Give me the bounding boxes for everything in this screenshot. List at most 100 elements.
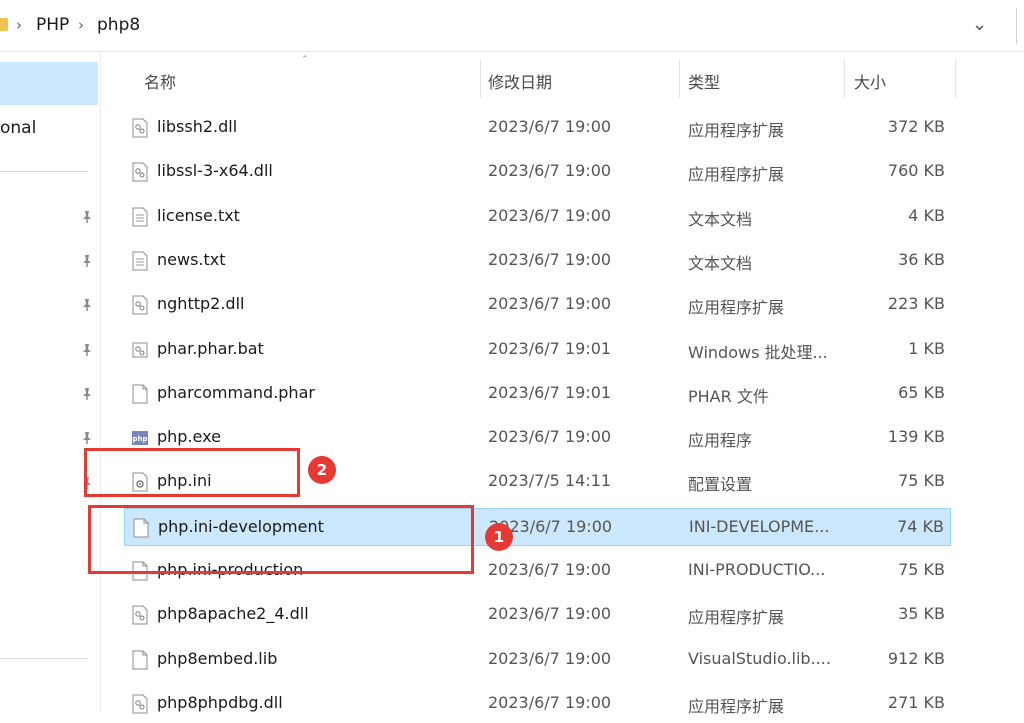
annotation-box — [88, 505, 474, 574]
column-divider[interactable] — [955, 60, 956, 98]
divider — [1016, 8, 1017, 44]
column-header-type[interactable]: 类型 — [688, 69, 720, 93]
column-divider[interactable] — [844, 60, 845, 98]
file-name: phar.phar.bat — [157, 338, 264, 358]
file-type: 文本文档 — [688, 253, 753, 273]
file-size: 372 KB — [887, 117, 945, 136]
dll-icon — [132, 118, 148, 138]
divider — [0, 51, 1024, 52]
nav-item-partial[interactable]: onal — [0, 118, 36, 138]
file-row[interactable]: pharcommand.phar 2023/6/7 19:01 PHAR 文件 65 … — [124, 375, 951, 413]
file-type: 应用程序扩展 — [688, 165, 785, 185]
annotation-badge: 1 — [485, 523, 513, 551]
file-size: 75 KB — [898, 560, 945, 579]
chevron-down-icon[interactable]: ⌄ — [972, 14, 987, 35]
file-name: php8phpdbg.dll — [157, 692, 283, 712]
navigation-pane[interactable]: onal — [0, 53, 101, 711]
batch-file-icon — [132, 340, 148, 360]
file-row[interactable]: php8apache2_4.dll 2023/6/7 19:00 应用程序扩展 35 … — [124, 596, 951, 634]
divider — [0, 171, 88, 172]
dll-icon — [132, 295, 148, 315]
file-row[interactable]: phar.phar.bat 2023/6/7 19:01 Windows 批处理..… — [124, 331, 951, 369]
file-type: INI-DEVELOPME... — [689, 516, 830, 536]
nav-item-selected[interactable] — [0, 62, 98, 105]
address-bar[interactable]: › PHP › php8 ⌄ — [0, 0, 1024, 52]
pin-icon[interactable] — [80, 253, 94, 267]
file-date: 2023/6/7 19:00 — [488, 294, 612, 314]
file-row[interactable]: libssl-3-x64.dll 2023/6/7 19:00 应用程序扩展 760 … — [124, 153, 951, 191]
pin-icon[interactable] — [80, 209, 94, 223]
file-date: 2023/6/7 19:00 — [488, 427, 612, 447]
file-size: 223 KB — [887, 294, 945, 314]
file-size: 74 KB — [897, 516, 944, 536]
column-divider[interactable] — [480, 60, 481, 98]
file-row[interactable]: libssh2.dll 2023/6/7 19:00 应用程序扩展 372 KB — [124, 109, 951, 147]
file-size: 35 KB — [898, 604, 945, 624]
pin-icon[interactable] — [80, 430, 94, 444]
file-size: 36 KB — [898, 249, 945, 269]
file-type: PHAR 文件 — [688, 386, 769, 406]
file-size: 75 KB — [898, 471, 945, 491]
file-type: 应用程序扩展 — [688, 608, 785, 628]
file-size: 4 KB — [908, 205, 945, 225]
file-date: 2023/6/7 19:01 — [488, 382, 612, 402]
file-row[interactable]: nghttp2.dll 2023/6/7 19:00 应用程序扩展 223 KB — [124, 286, 951, 324]
annotation-box — [84, 448, 300, 497]
file-name: php8embed.lib — [157, 648, 278, 668]
column-header-name[interactable]: 名称 — [144, 69, 176, 93]
file-type: INI-PRODUCTIO... — [688, 560, 826, 579]
chevron-right-icon[interactable]: › — [78, 16, 84, 34]
php-exe-icon: php — [132, 428, 148, 448]
pin-icon[interactable] — [80, 342, 94, 356]
file-type: 应用程序扩展 — [688, 121, 785, 140]
file-size: 139 KB — [887, 427, 945, 447]
file-name: pharcommand.phar — [157, 382, 315, 402]
file-type: Windows 批处理... — [688, 342, 828, 362]
blank-file-icon — [132, 650, 148, 670]
breadcrumb-php8[interactable]: php8 — [97, 15, 140, 35]
file-date: 2023/6/7 19:00 — [488, 604, 612, 624]
file-date: 2023/6/7 19:00 — [488, 692, 612, 712]
file-date: 2023/6/7 19:01 — [488, 338, 612, 358]
file-row[interactable]: php8embed.lib 2023/6/7 19:00 VisualStudio.… — [124, 641, 951, 679]
file-date: 2023/6/7 19:00 — [488, 560, 612, 579]
pin-icon[interactable] — [80, 386, 94, 400]
file-size: 65 KB — [898, 382, 945, 402]
column-divider[interactable] — [679, 60, 680, 98]
file-name: libssh2.dll — [157, 117, 238, 136]
file-type: 应用程序 — [688, 431, 753, 451]
chevron-right-icon[interactable]: › — [16, 16, 22, 34]
file-size: 912 KB — [887, 648, 945, 668]
file-type: 配置设置 — [688, 475, 753, 495]
column-header-size[interactable]: 大小 — [854, 69, 886, 93]
file-row[interactable]: license.txt 2023/6/7 19:00 文本文档 4 KB — [124, 198, 951, 236]
file-name: news.txt — [157, 249, 226, 269]
file-size: 760 KB — [887, 161, 945, 181]
file-size: 1 KB — [908, 338, 945, 358]
file-row[interactable]: news.txt 2023/6/7 19:00 文本文档 36 KB — [124, 242, 951, 280]
file-date: 2023/6/7 19:00 — [488, 249, 612, 269]
file-date: 2023/6/7 19:00 — [488, 117, 612, 136]
file-date: 2023/7/5 14:11 — [488, 471, 612, 491]
text-file-icon — [132, 251, 148, 271]
dll-icon — [132, 162, 148, 182]
blank-file-icon — [132, 384, 148, 404]
divider — [0, 658, 88, 659]
file-date: 2023/6/7 19:00 — [488, 161, 612, 181]
annotation-badge: 2 — [308, 456, 336, 484]
sort-ascending-icon[interactable]: ˆ — [302, 54, 308, 67]
file-name: php.exe — [157, 427, 221, 447]
file-date: 2023/6/7 19:00 — [488, 205, 612, 225]
folder-icon — [0, 18, 8, 31]
file-type: 文本文档 — [688, 209, 753, 229]
file-size: 271 KB — [887, 692, 945, 712]
file-row[interactable]: php8phpdbg.dll 2023/6/7 19:00 应用程序扩展 271 KB — [124, 685, 951, 723]
breadcrumb-php[interactable]: PHP — [36, 15, 69, 35]
column-header-date[interactable]: 修改日期 — [488, 69, 552, 93]
pin-icon[interactable] — [80, 297, 94, 311]
dll-icon — [132, 605, 148, 625]
file-date: 2023/6/7 19:00 — [488, 648, 612, 668]
file-name: php8apache2_4.dll — [157, 604, 309, 624]
file-type: 应用程序扩展 — [688, 298, 785, 318]
file-name: nghttp2.dll — [157, 294, 245, 314]
